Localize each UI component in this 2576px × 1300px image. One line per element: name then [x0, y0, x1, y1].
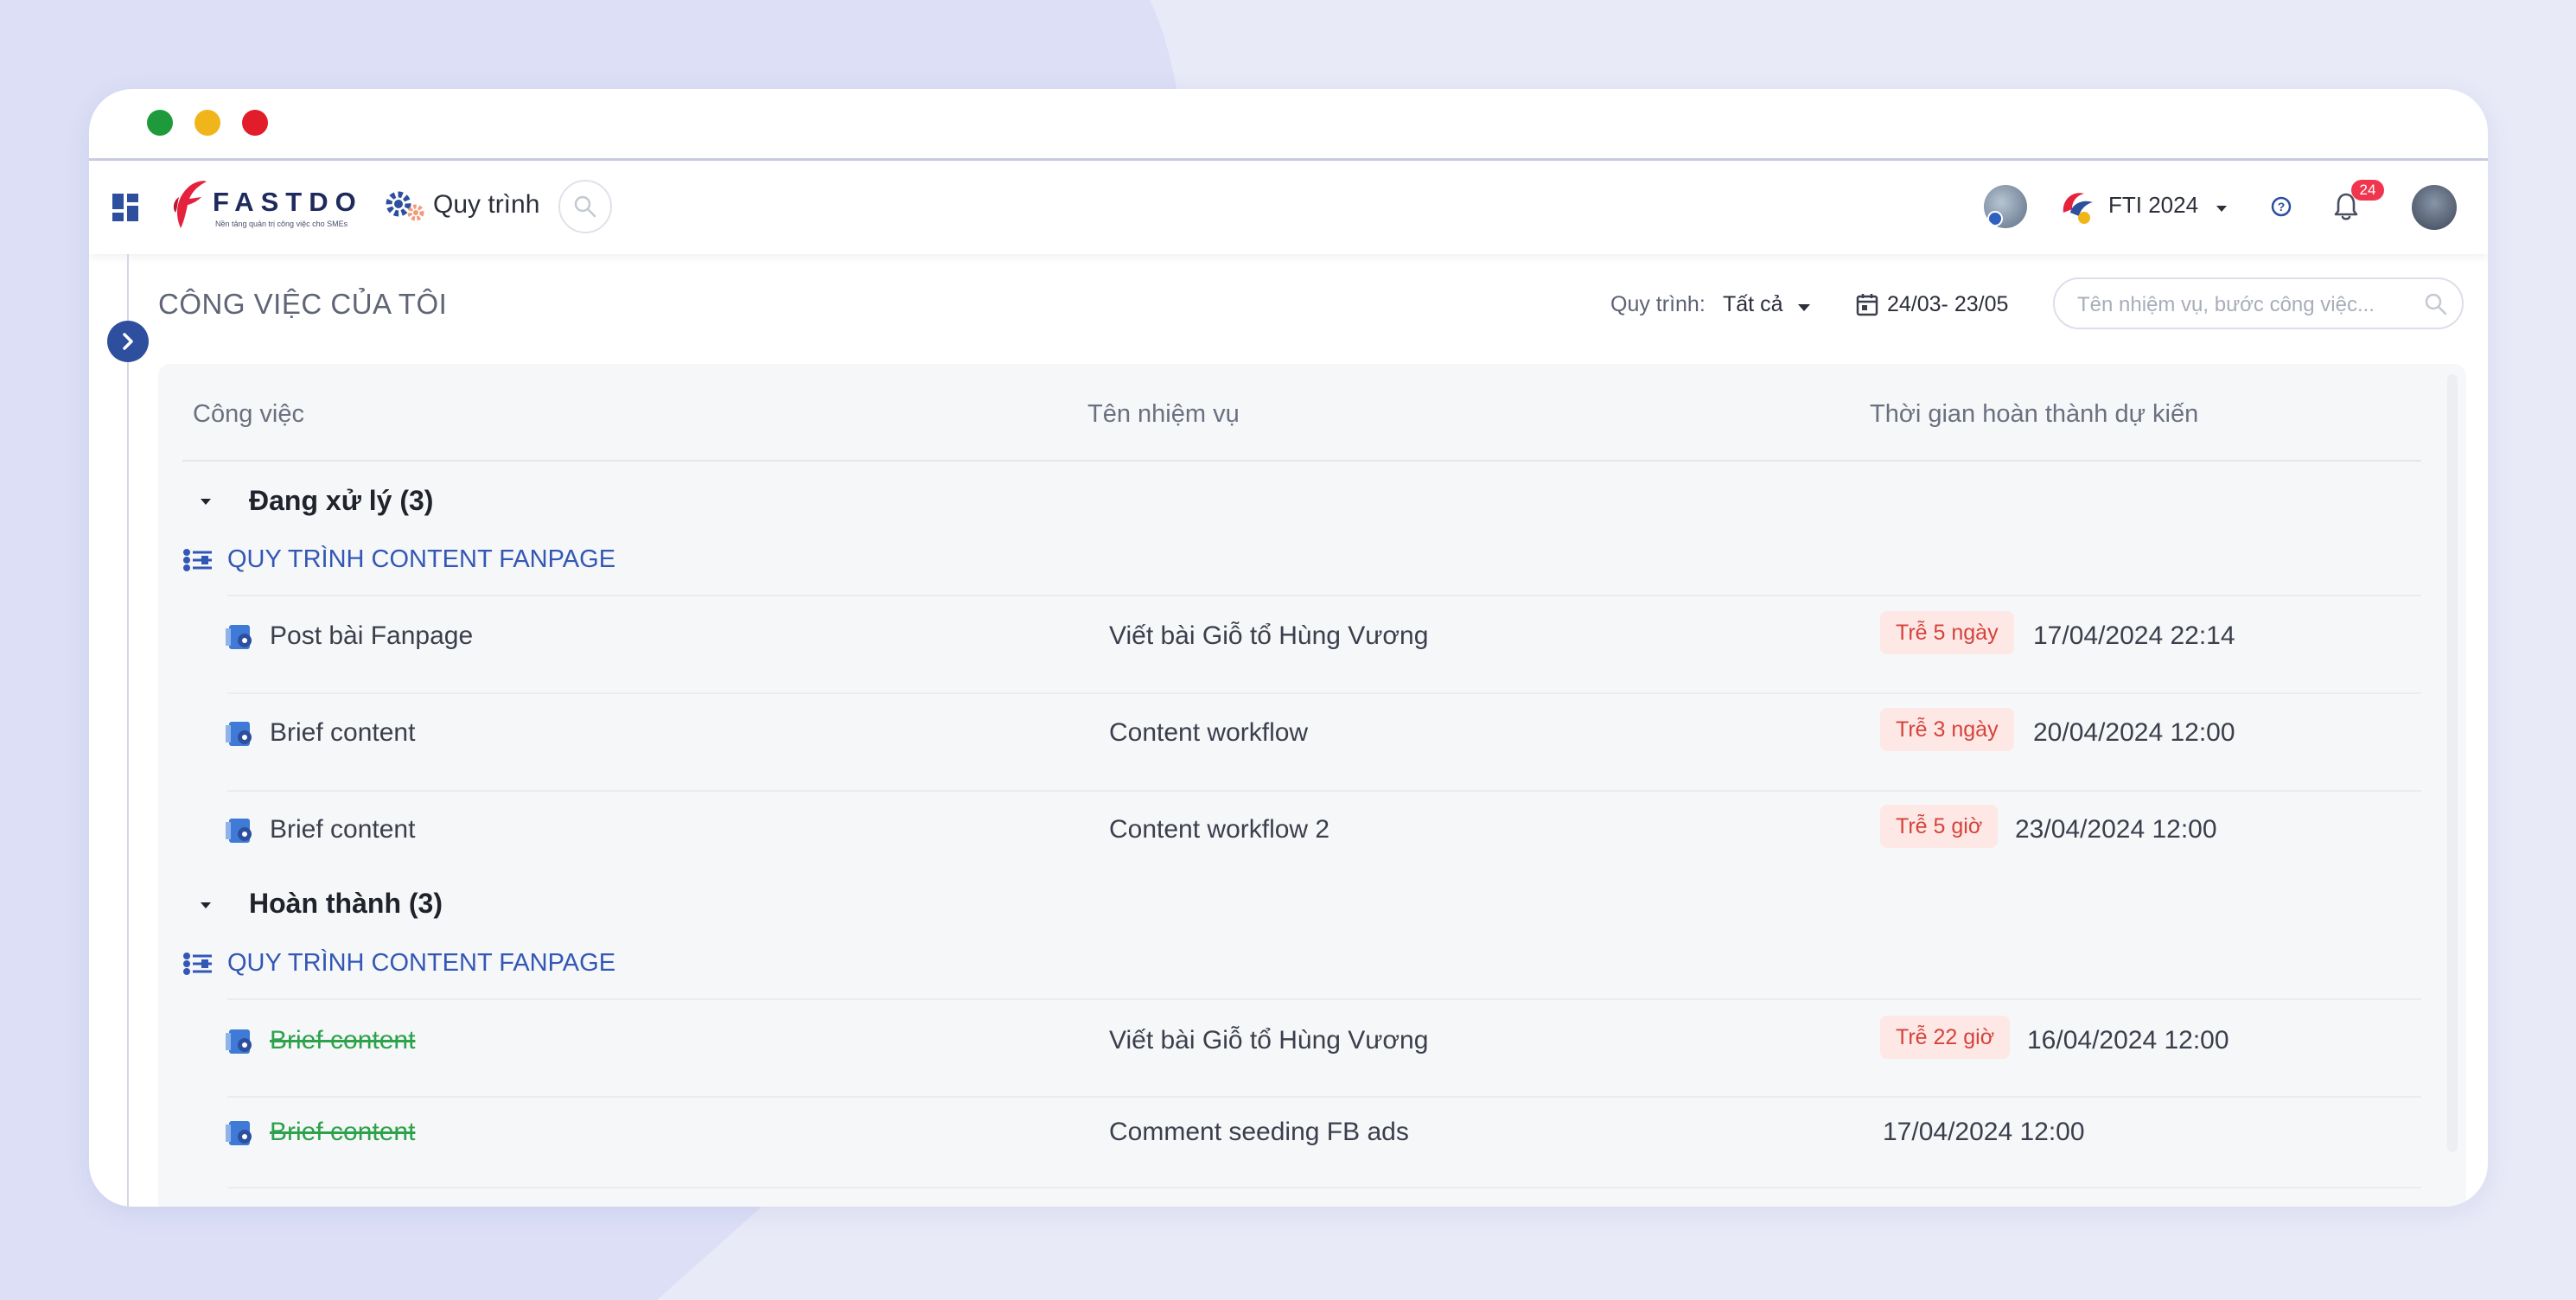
search-icon — [574, 195, 596, 218]
search-icon[interactable] — [2424, 292, 2448, 316]
date-range-picker[interactable]: 24/03- 23/05 — [1887, 292, 2008, 317]
process-title-link[interactable]: QUY TRÌNH CONTENT FANPAGE — [227, 545, 615, 574]
due-date: 17/04/2024 22:14 — [2033, 621, 2235, 650]
brand-tagline: Nền tảng quản trị công việc cho SMEs — [215, 220, 348, 228]
page-title: CÔNG VIỆC CỦA TÔI — [158, 288, 448, 320]
row-divider — [227, 790, 2421, 792]
table-row[interactable]: Brief content Content workflow 2 Trễ 5 g… — [89, 805, 2488, 863]
fastdo-logo[interactable]: FASTDO Nền tảng quản trị công việc cho S… — [165, 178, 356, 234]
org-logo-icon — [2058, 187, 2100, 231]
task-table-panel — [158, 364, 2466, 1207]
row-divider — [227, 595, 2421, 596]
late-badge: Trễ 3 ngày — [1880, 708, 2014, 751]
chevron-right-icon — [123, 333, 133, 350]
task-name-link[interactable]: Brief content — [270, 815, 415, 844]
workflow-icon — [182, 547, 214, 577]
table-row[interactable]: Brief content Viết bài Giỗ tổ Hùng Vương… — [89, 1016, 2488, 1074]
module-label: Quy trình — [433, 190, 540, 219]
fastdo-logo-mark-icon — [173, 181, 207, 228]
task-search-input[interactable] — [2075, 290, 2416, 321]
chevron-down-icon[interactable] — [1797, 301, 1811, 316]
task-search-field[interactable] — [2053, 277, 2464, 329]
global-search-button[interactable] — [558, 180, 612, 233]
due-date: 23/04/2024 12:00 — [2015, 815, 2217, 844]
apps-grid-icon[interactable] — [112, 194, 138, 226]
group-title-completed[interactable]: Hoàn thành (3) — [249, 888, 443, 920]
task-step-icon — [226, 718, 255, 754]
team-avatar[interactable] — [1984, 185, 2027, 228]
process-filter-label: Quy trình: — [1610, 292, 1706, 316]
app-header: FASTDO Nền tảng quản trị công việc cho S… — [89, 161, 2488, 254]
task-name-link[interactable]: Post bài Fanpage — [270, 621, 473, 651]
table-row[interactable]: Brief content Comment seeding FB ads 17/… — [89, 1114, 2488, 1166]
mission-name: Viết bài Giỗ tổ Hùng Vương — [1109, 621, 1429, 650]
browser-window: FASTDO Nền tảng quản trị công việc cho S… — [89, 89, 2488, 1207]
late-badge: Trễ 5 giờ — [1880, 805, 1999, 848]
window-maximize-button[interactable] — [147, 110, 173, 136]
window-close-button[interactable] — [242, 110, 268, 136]
task-step-icon — [226, 1026, 255, 1061]
task-step-icon — [226, 815, 255, 851]
row-divider — [227, 998, 2421, 1000]
task-step-icon — [226, 1118, 255, 1153]
header-divider — [182, 460, 2421, 462]
table-row[interactable]: Post bài Fanpage Viết bài Giỗ tổ Hùng Vư… — [89, 611, 2488, 670]
group-title-in-progress[interactable]: Đang xử lý (3) — [249, 485, 433, 517]
process-filter-select[interactable]: Tất cả — [1723, 292, 1782, 317]
task-name-link[interactable]: Brief content — [270, 1026, 415, 1055]
collapse-caret-icon[interactable] — [199, 899, 213, 914]
online-status-dot — [1987, 211, 2003, 226]
row-divider — [227, 692, 2421, 694]
task-name-link[interactable]: Brief content — [270, 1118, 415, 1147]
sidebar-expand-button[interactable] — [107, 321, 149, 362]
task-step-icon — [226, 621, 255, 657]
due-date: 16/04/2024 12:00 — [2027, 1026, 2229, 1055]
due-date: 17/04/2024 12:00 — [1883, 1118, 2085, 1146]
due-date: 20/04/2024 12:00 — [2033, 718, 2235, 747]
late-badge: Trễ 5 ngày — [1880, 611, 2014, 654]
row-divider — [227, 1096, 2421, 1098]
mission-name: Content workflow 2 — [1109, 815, 1330, 844]
mission-name: Content workflow — [1109, 718, 1309, 747]
column-header-task: Công việc — [193, 400, 304, 428]
chevron-down-icon[interactable] — [2216, 202, 2228, 218]
window-titlebar — [89, 89, 2488, 161]
org-selector[interactable]: FTI 2024 — [2108, 192, 2198, 219]
brand-name: FASTDO — [213, 187, 363, 217]
column-header-mission: Tên nhiệm vụ — [1087, 400, 1240, 428]
module-switcher[interactable]: Quy trình — [383, 187, 539, 223]
column-header-due: Thời gian hoàn thành dự kiến — [1870, 400, 2199, 428]
user-avatar[interactable] — [2412, 185, 2457, 230]
gears-icon — [386, 191, 424, 221]
notification-count-badge: 24 — [2351, 180, 2384, 201]
table-row[interactable]: Brief content Content workflow Trễ 3 ngà… — [89, 708, 2488, 767]
calendar-icon[interactable] — [1856, 292, 1878, 321]
process-title-link[interactable]: QUY TRÌNH CONTENT FANPAGE — [227, 949, 615, 978]
svg-text:?: ? — [2278, 200, 2286, 213]
workflow-icon — [182, 951, 214, 981]
collapse-caret-icon[interactable] — [199, 495, 213, 511]
row-divider — [227, 1187, 2421, 1188]
help-icon[interactable]: ? — [2270, 195, 2292, 222]
late-badge: Trễ 22 giờ — [1880, 1016, 2011, 1059]
task-name-link[interactable]: Brief content — [270, 718, 415, 748]
window-minimize-button[interactable] — [194, 110, 220, 136]
mission-name: Viết bài Giỗ tổ Hùng Vương — [1109, 1026, 1429, 1055]
mission-name: Comment seeding FB ads — [1109, 1118, 1409, 1146]
